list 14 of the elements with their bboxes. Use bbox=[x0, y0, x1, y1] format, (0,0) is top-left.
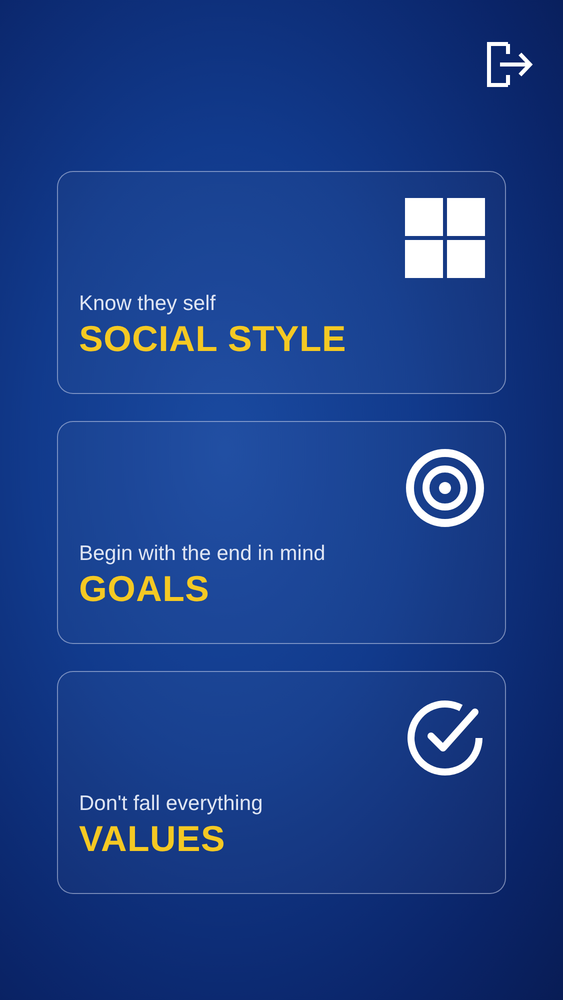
card-title: SOCIAL STYLE bbox=[79, 318, 348, 360]
category-card[interactable]: Know they self SOCIAL STYLE bbox=[57, 171, 506, 394]
logout-button[interactable] bbox=[486, 40, 534, 88]
check-circle-icon bbox=[405, 698, 485, 778]
card-subtitle: Don't fall everything bbox=[79, 792, 264, 816]
card-title: GOALS bbox=[79, 568, 211, 610]
grid-icon bbox=[405, 198, 485, 278]
card-subtitle: Begin with the end in mind bbox=[79, 542, 326, 566]
target-icon bbox=[405, 448, 485, 528]
category-card[interactable]: Don't fall everything VALUES bbox=[57, 671, 506, 894]
category-card[interactable]: Begin with the end in mind GOALS bbox=[57, 421, 506, 644]
card-subtitle: Know they self bbox=[79, 292, 217, 316]
logout-icon bbox=[486, 40, 534, 88]
card-title: VALUES bbox=[79, 818, 226, 860]
